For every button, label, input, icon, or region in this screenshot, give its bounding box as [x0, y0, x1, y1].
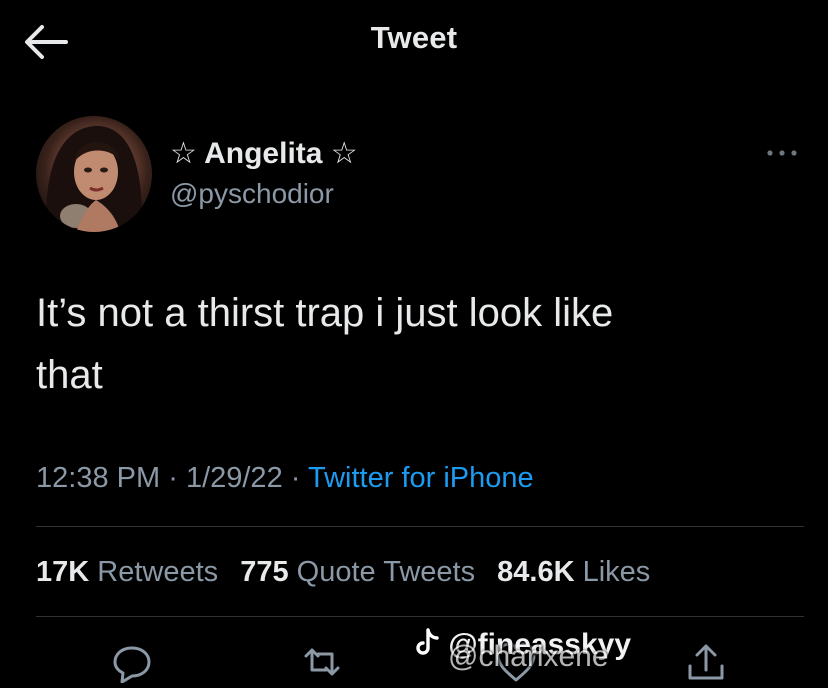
share-button[interactable] — [684, 640, 728, 683]
more-options-button[interactable] — [762, 142, 802, 164]
top-bar: Tweet — [0, 0, 828, 80]
tweet-text: It’s not a thirst trap i just look like … — [36, 291, 614, 397]
retweet-icon — [304, 648, 340, 676]
tiktok-watermark: @fineasskyy @charlxene — [414, 628, 631, 673]
username-handle[interactable]: @pyschodior — [170, 178, 334, 210]
reply-icon — [113, 646, 151, 684]
tweet-metadata: 12:38 PM · 1/29/22 · Twitter for iPhone — [36, 462, 534, 495]
meta-separator: · — [290, 462, 301, 494]
tweet-source-link[interactable]: Twitter for iPhone — [308, 462, 534, 494]
likes-stat[interactable]: 84.6K Likes — [497, 556, 650, 588]
reply-button[interactable] — [110, 640, 154, 684]
tweet-date: 1/29/22 — [185, 462, 283, 494]
display-name[interactable]: ☆ Angelita ☆ — [170, 136, 358, 171]
share-icon — [688, 644, 724, 680]
likes-count: 84.6K — [497, 556, 575, 588]
page-title: Tweet — [370, 20, 458, 55]
ellipsis-icon — [767, 150, 797, 156]
likes-label: Likes — [582, 556, 651, 588]
tiktok-icon — [416, 628, 439, 655]
engagement-stats: 17K Retweets 775 Quote Tweets 84.6K Like… — [36, 556, 664, 589]
tweet-time: 12:38 PM — [36, 462, 161, 494]
retweets-label: Retweets — [97, 556, 219, 588]
quote-tweets-count: 775 — [240, 556, 289, 588]
avatar[interactable] — [36, 116, 152, 232]
meta-separator: · — [168, 462, 178, 494]
watermark-handle-secondary: @charlxene — [448, 640, 609, 673]
quote-tweets-label: Quote Tweets — [296, 556, 476, 588]
retweets-stat[interactable]: 17K Retweets — [36, 556, 218, 588]
avatar-photo — [45, 125, 143, 232]
divider — [36, 526, 804, 527]
retweets-count: 17K — [36, 556, 90, 588]
divider — [36, 616, 804, 617]
quote-tweets-stat[interactable]: 775 Quote Tweets — [240, 556, 475, 588]
retweet-button[interactable] — [300, 640, 344, 683]
